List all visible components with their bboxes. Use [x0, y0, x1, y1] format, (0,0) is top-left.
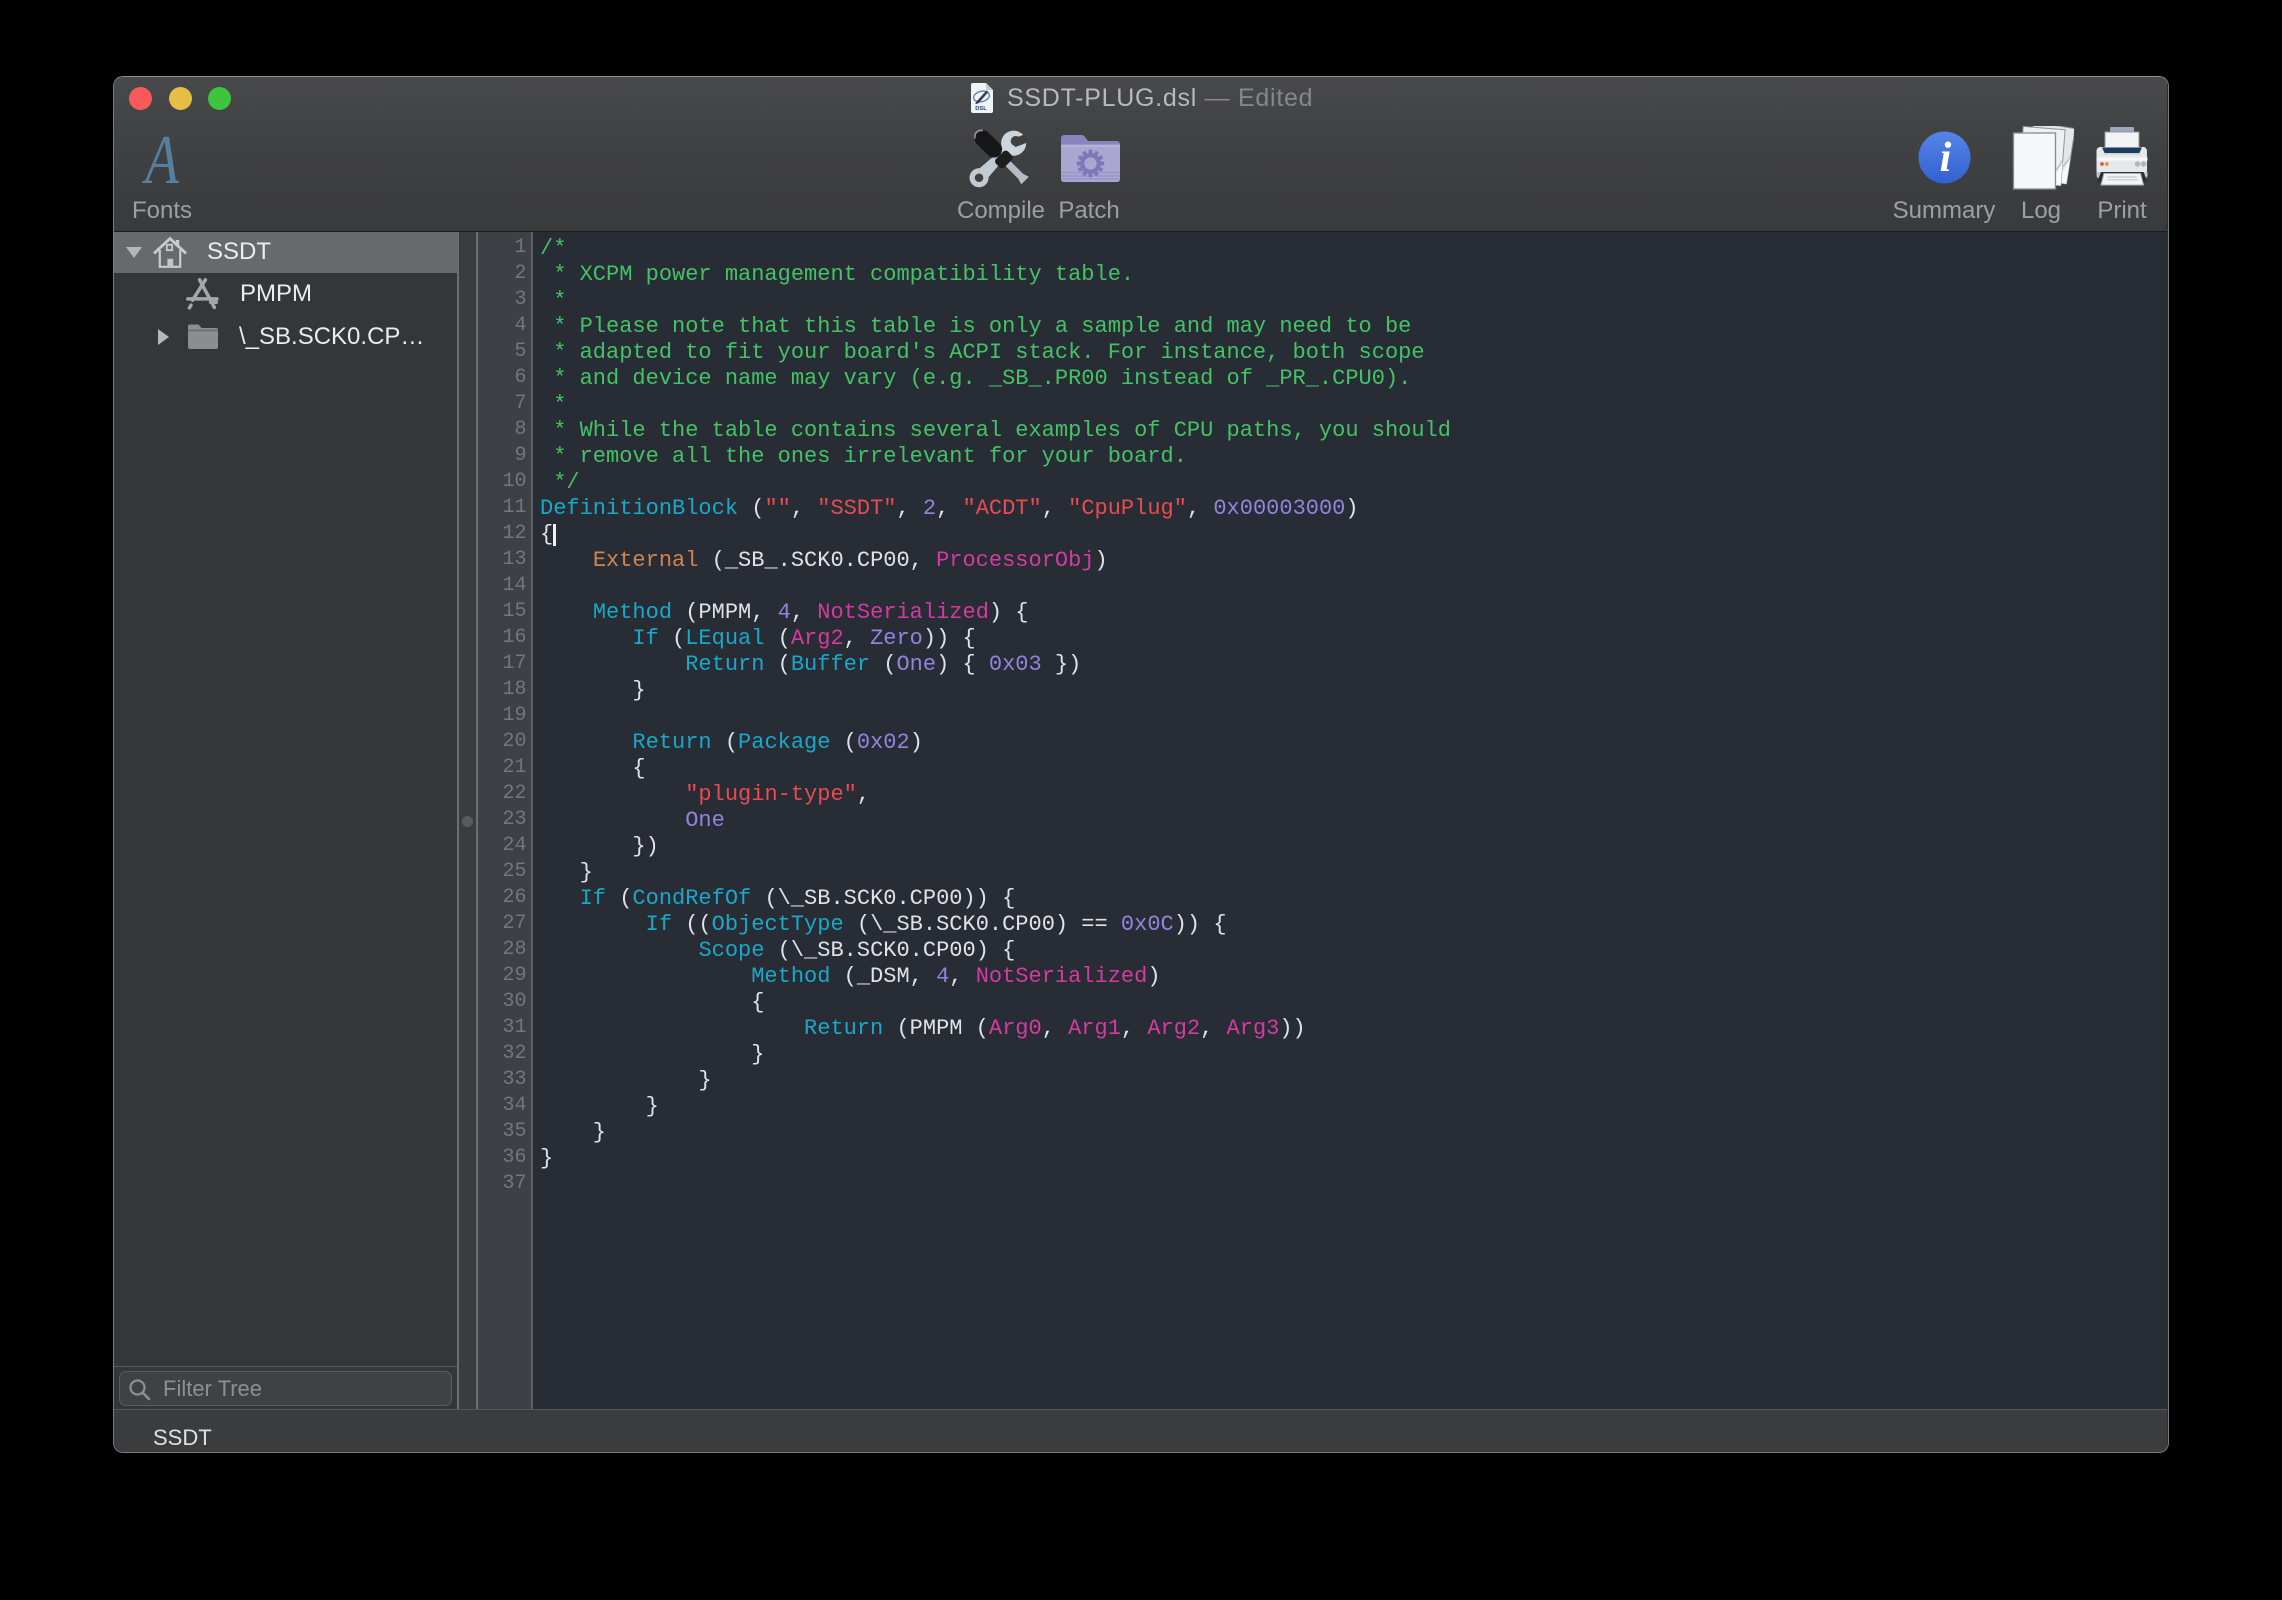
svg-text:DSL: DSL [975, 106, 987, 112]
svg-text:i: i [1940, 135, 1952, 181]
